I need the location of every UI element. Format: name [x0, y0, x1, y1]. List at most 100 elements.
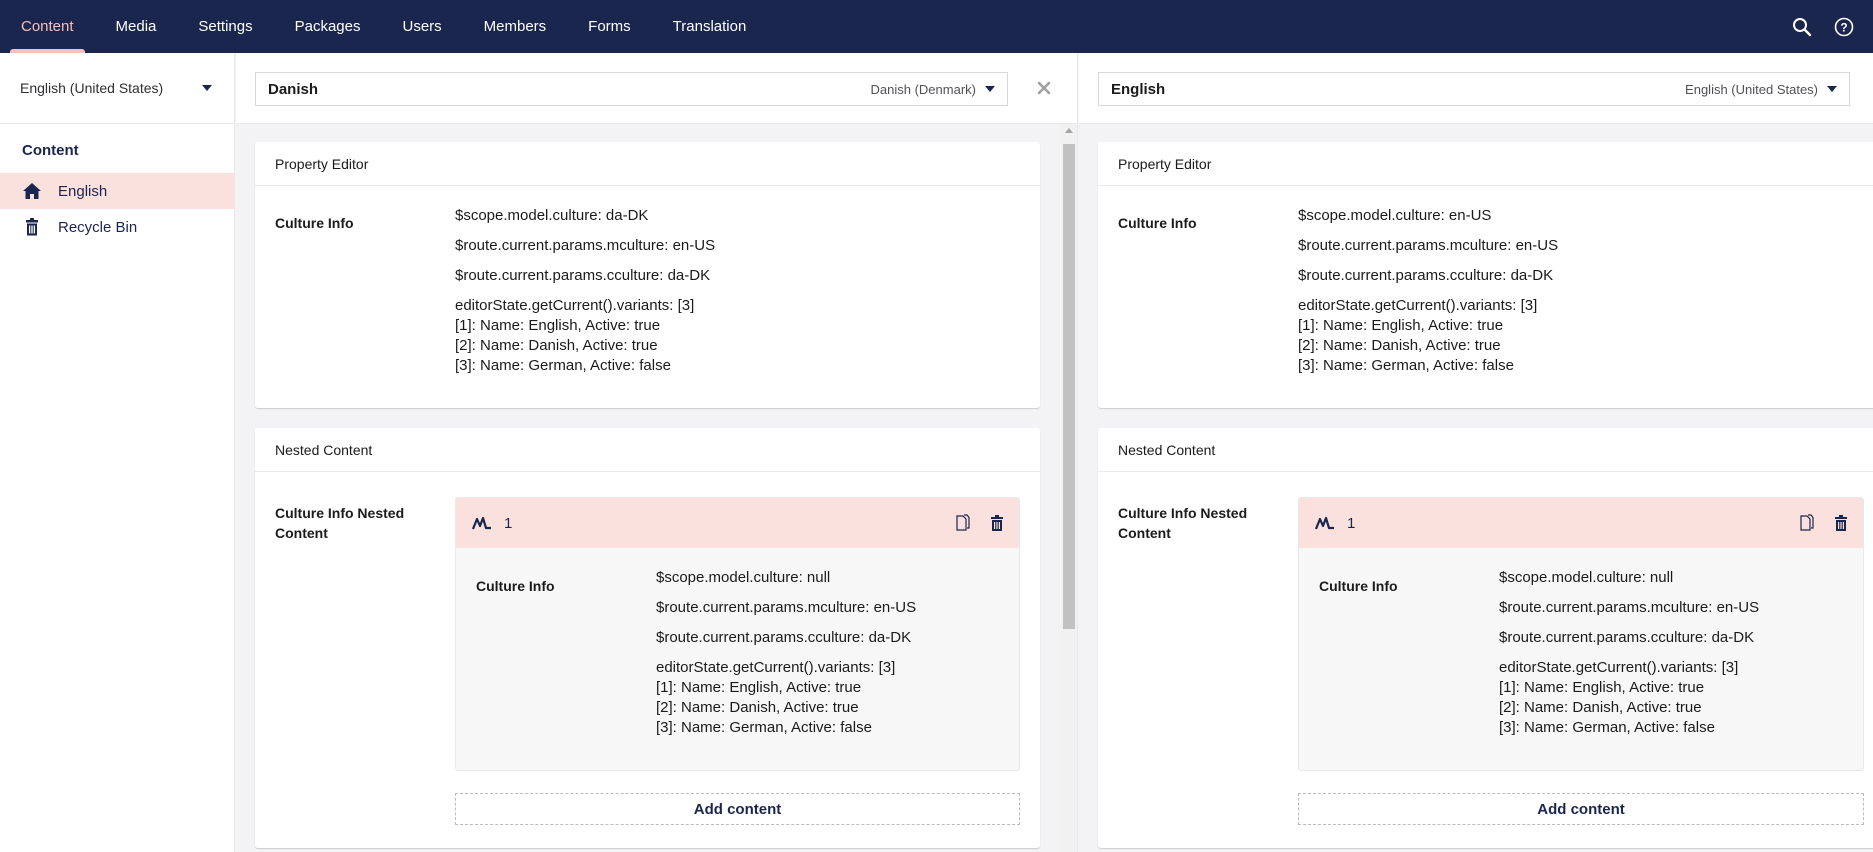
property-editor-card: Property Editor Culture Info $scope.mode… [1098, 142, 1873, 408]
culture-line: $route.current.params.mculture: en-US [1499, 599, 1760, 616]
property-label: Culture Info [1319, 578, 1398, 594]
nested-content-item: 1 Culture Info $scope.model.culture: nul… [1298, 497, 1864, 771]
nested-item-body: Culture Info $scope.model.culture: null … [456, 548, 1019, 770]
variants-list: editorState.getCurrent().variants: [3] [… [1499, 658, 1759, 738]
sidebar: English (United States) Content English … [0, 53, 235, 852]
variants-line: editorState.getCurrent().variants: [3] [656, 659, 896, 676]
nested-item-header[interactable]: 1 [1299, 498, 1863, 548]
culture-line: $route.current.params.mculture: en-US [1298, 237, 1559, 254]
delete-icon[interactable] [1833, 514, 1849, 532]
top-navigation-bar: Content Media Settings Packages Users Me… [0, 0, 1873, 53]
tab-users[interactable]: Users [381, 0, 462, 53]
nested-content-card: Nested Content Culture Info Nested Conte… [255, 428, 1040, 848]
culture-line: $route.current.params.cculture: da-DK [656, 629, 912, 646]
close-icon[interactable] [1036, 80, 1052, 96]
copy-icon[interactable] [955, 514, 971, 532]
property-label: Culture Info Nested Content [1118, 505, 1248, 541]
variants-line: [1]: Name: English, Active: true [1298, 317, 1504, 334]
scroll-up-icon[interactable] [1065, 128, 1073, 133]
copy-icon[interactable] [1799, 514, 1815, 532]
chart-icon [1315, 516, 1334, 530]
variants-line: editorState.getCurrent().variants: [3] [455, 297, 695, 314]
variants-list: editorState.getCurrent().variants: [3] [… [656, 658, 916, 738]
variant-name: Danish [268, 80, 319, 98]
property-editor-card: Property Editor Culture Info $scope.mode… [255, 142, 1040, 408]
tree-item-english[interactable]: English [0, 173, 234, 209]
tree-item-recycle-bin[interactable]: Recycle Bin [0, 209, 234, 245]
card-header: Nested Content [1098, 428, 1873, 472]
search-icon[interactable] [1791, 16, 1813, 38]
property-label: Culture Info [275, 215, 354, 231]
property-value: $scope.model.culture: da-DK $route.curre… [455, 206, 715, 376]
chevron-down-icon [202, 85, 212, 91]
culture-line: $route.current.params.cculture: da-DK [1298, 267, 1554, 284]
tab-members[interactable]: Members [463, 0, 568, 53]
scrollbar-thumb[interactable] [1063, 144, 1075, 629]
property-value: $scope.model.culture: en-US $route.curre… [1298, 206, 1558, 376]
home-icon [23, 183, 41, 199]
split-pane-english: English English (United States) Property… [1079, 53, 1873, 852]
pane-header: English English (United States) [1079, 53, 1873, 124]
tab-forms[interactable]: Forms [567, 0, 652, 53]
variants-list: editorState.getCurrent().variants: [3] [… [1298, 296, 1558, 376]
pane-content: Property Editor Culture Info $scope.mode… [236, 124, 1077, 852]
card-header: Nested Content [255, 428, 1040, 472]
variants-list: editorState.getCurrent().variants: [3] [… [455, 296, 715, 376]
property-label: Culture Info [1118, 215, 1197, 231]
variants-line: [1]: Name: English, Active: true [656, 679, 862, 696]
culture-dropdown-label: English (United States) [20, 80, 164, 96]
culture-line: $route.current.params.cculture: da-DK [455, 267, 711, 284]
pane-header: Danish Danish (Denmark) [236, 53, 1077, 124]
nested-item-actions [955, 514, 1005, 532]
tab-content[interactable]: Content [0, 0, 95, 53]
variant-name-input[interactable]: English English (United States) [1098, 72, 1850, 106]
variants-line: [2]: Name: Danish, Active: true [455, 337, 658, 354]
variants-line: [3]: Name: German, Active: false [656, 719, 872, 736]
variants-line: [1]: Name: English, Active: true [455, 317, 661, 334]
property-value: $scope.model.culture: null $route.curren… [1499, 568, 1759, 738]
property-value: $scope.model.culture: null $route.curren… [656, 568, 916, 738]
variant-culture-label: Danish (Denmark) [870, 81, 976, 97]
variants-line: [3]: Name: German, Active: false [1298, 357, 1514, 374]
tree-item-label: English [58, 182, 108, 200]
variants-line: [2]: Name: Danish, Active: true [1298, 337, 1501, 354]
variant-culture-dropdown[interactable]: Danish (Denmark) [871, 82, 995, 97]
add-content-button[interactable]: Add content [1298, 793, 1864, 825]
tab-settings[interactable]: Settings [177, 0, 273, 53]
variants-line: [3]: Name: German, Active: false [1499, 719, 1715, 736]
chevron-down-icon [985, 86, 995, 92]
tab-media[interactable]: Media [95, 0, 178, 53]
help-icon[interactable]: ? [1833, 16, 1855, 38]
nested-item-body: Culture Info $scope.model.culture: null … [1299, 548, 1863, 770]
culture-line: $route.current.params.mculture: en-US [455, 237, 716, 254]
variants-line: [3]: Name: German, Active: false [455, 357, 671, 374]
chevron-down-icon [1827, 86, 1837, 92]
variant-culture-label: English (United States) [1685, 81, 1818, 97]
delete-icon[interactable] [989, 514, 1005, 532]
tree-section-title: Content [22, 142, 79, 159]
variant-name-input[interactable]: Danish Danish (Denmark) [255, 72, 1008, 106]
variants-line: [1]: Name: English, Active: true [1499, 679, 1705, 696]
trash-icon [26, 218, 38, 236]
variant-culture-dropdown[interactable]: English (United States) [1685, 82, 1837, 97]
tab-translation[interactable]: Translation [652, 0, 768, 53]
tab-packages[interactable]: Packages [274, 0, 382, 53]
variant-name: English [1111, 80, 1166, 98]
property-label: Culture Info Nested Content [275, 505, 405, 541]
nested-item-title: 1 [504, 514, 513, 532]
nested-item-actions [1799, 514, 1849, 532]
culture-line: $route.current.params.cculture: da-DK [1499, 629, 1755, 646]
nested-content-item: 1 Culture Info $scope.model.culture: nul… [455, 497, 1020, 771]
culture-dropdown[interactable]: English (United States) [0, 53, 234, 124]
culture-line: $route.current.params.mculture: en-US [656, 599, 917, 616]
svg-text:?: ? [1840, 20, 1847, 34]
tree-item-label: Recycle Bin [58, 218, 138, 236]
nested-item-header[interactable]: 1 [456, 498, 1019, 548]
culture-line: $scope.model.culture: da-DK [455, 207, 649, 224]
card-header: Property Editor [255, 142, 1040, 186]
scrollbar[interactable] [1061, 124, 1077, 852]
add-content-button[interactable]: Add content [455, 793, 1020, 825]
nested-item-title: 1 [1347, 514, 1356, 532]
variants-line: editorState.getCurrent().variants: [3] [1298, 297, 1538, 314]
culture-line: $scope.model.culture: null [1499, 569, 1674, 586]
